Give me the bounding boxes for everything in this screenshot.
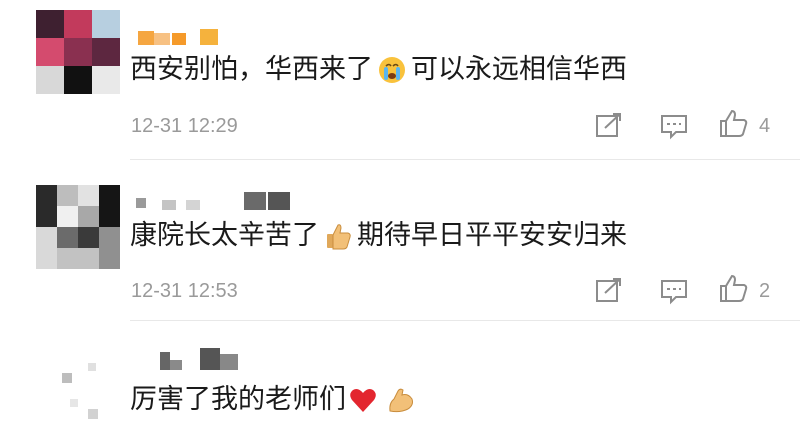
crying-face-icon — [379, 57, 405, 83]
repost-icon[interactable] — [592, 110, 628, 140]
comment-text: 厉害了我的老师们 — [130, 382, 420, 418]
flexed-biceps-icon — [389, 388, 413, 413]
reply-icon[interactable] — [656, 110, 692, 140]
comment-2: 康院长太辛苦了 期待早日平平安安归来 12-31 12:53 2 — [0, 160, 800, 320]
avatar[interactable] — [36, 10, 120, 94]
avatar[interactable] — [56, 349, 106, 419]
comment-1: 西安别怕，华西来了 可以永远相信华西 12-31 12:29 4 — [0, 0, 800, 160]
like-icon[interactable] — [716, 108, 752, 138]
comment-text: 西安别怕，华西来了 可以永远相信华西 — [130, 54, 627, 85]
comment-time: 12-31 12:29 — [131, 115, 238, 137]
like-count: 2 — [759, 280, 771, 302]
like-count: 4 — [759, 115, 771, 137]
thumbs-up-icon — [327, 224, 351, 250]
comment-text: 康院长太辛苦了 期待早日平平安安归来 — [130, 220, 627, 251]
reply-icon[interactable] — [656, 275, 692, 305]
like-icon[interactable] — [716, 273, 752, 303]
avatar[interactable] — [36, 185, 120, 269]
comment-time: 12-31 12:53 — [131, 280, 238, 302]
red-heart-icon — [350, 389, 376, 412]
username-redacted[interactable] — [132, 25, 252, 47]
repost-icon[interactable] — [592, 275, 628, 305]
comment-3: 厉害了我的老师们 — [0, 321, 800, 426]
username-redacted[interactable] — [160, 346, 280, 372]
username-redacted[interactable] — [132, 190, 290, 212]
